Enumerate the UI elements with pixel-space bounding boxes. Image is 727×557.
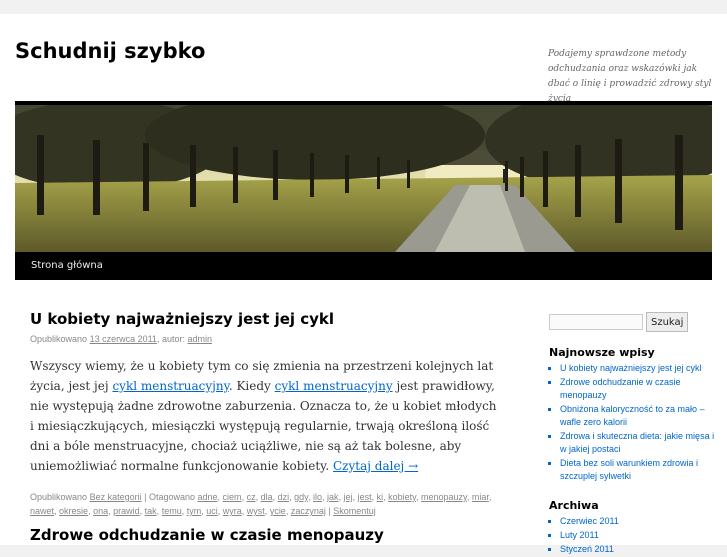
recent-posts-title: Najnowsze wpisy: [549, 346, 655, 359]
header-banner-image: [15, 101, 712, 252]
archive-item: Czerwiec 2011: [560, 515, 719, 528]
post-title[interactable]: U kobiety najważniejszy jest jej cykl: [30, 310, 500, 328]
tag-link[interactable]: tym: [187, 506, 202, 516]
tag-link[interactable]: jest: [358, 492, 372, 502]
recent-post-link[interactable]: Zdrowa i skuteczna dieta: jakie mięsa i …: [560, 431, 714, 454]
archive-item: Luty 2011: [560, 529, 719, 542]
tag-link[interactable]: menopauzy: [421, 492, 467, 502]
tag-link[interactable]: kobiety: [388, 492, 416, 502]
tag-link[interactable]: wyra: [223, 506, 242, 516]
tag-link[interactable]: uci: [206, 506, 218, 516]
tag-link[interactable]: temu: [162, 506, 182, 516]
search-input[interactable]: [549, 314, 643, 330]
archive-link[interactable]: Styczeń 2011: [560, 544, 614, 554]
cykl-link-1[interactable]: cykl menstruacyjny: [112, 379, 228, 393]
tag-link[interactable]: ycie: [270, 506, 286, 516]
excerpt-text-3: jest prawidłowy, nie występują żadne zdr…: [30, 379, 497, 473]
author-link[interactable]: admin: [187, 334, 212, 344]
site-title[interactable]: Schudnij szybko: [15, 39, 205, 63]
post-meta: Opublikowano 13 czerwca 2011, autor: adm…: [30, 334, 500, 344]
category-link[interactable]: Bez kategorii: [90, 492, 142, 502]
content-area: U kobiety najważniejszy jest jej cykl Op…: [30, 310, 500, 518]
author-prefix: , autor:: [156, 334, 185, 344]
tag-link[interactable]: zaczynaj: [291, 506, 326, 516]
excerpt-text-2: . Kiedy: [228, 379, 271, 393]
tag-link[interactable]: ona: [93, 506, 108, 516]
recent-post-link[interactable]: Obniżona kaloryczność to za mało – wafle…: [560, 404, 705, 427]
tag-link[interactable]: tak: [145, 506, 157, 516]
site-description: Podajemy sprawdzone metody odchudzania o…: [548, 49, 712, 104]
recent-post-link[interactable]: U kobiety najważniejszy jest jej cykl: [560, 363, 702, 373]
post-excerpt: Wszyscy wiemy, że u kobiety tym co się z…: [30, 356, 500, 476]
tag-link[interactable]: ki: [377, 492, 384, 502]
read-more-link[interactable]: Czytaj dalej →: [333, 459, 418, 473]
recent-post-link[interactable]: Zdrowe odchudzanie w czasie menopauzy: [560, 377, 681, 400]
page: Schudnij szybko Podajemy sprawdzone meto…: [0, 14, 727, 554]
comment-link[interactable]: Skomentuj: [333, 506, 376, 516]
tag-prefix: | Otagowano: [144, 492, 195, 502]
tag-link[interactable]: dzi: [278, 492, 290, 502]
main-navigation: Strona główna: [15, 252, 712, 280]
tag-link[interactable]: jak: [327, 492, 339, 502]
recent-posts-list: U kobiety najważniejszy jest jej cykl Zdr…: [549, 362, 719, 483]
tag-link[interactable]: jej: [344, 492, 353, 502]
tag-link[interactable]: dla: [261, 492, 273, 502]
post-utility: Opublikowano Bez kategorii | Otagowano a…: [30, 492, 492, 516]
search-button[interactable]: Szukaj: [646, 312, 689, 332]
tag-link[interactable]: ilo: [313, 492, 322, 502]
tag-link[interactable]: miar: [472, 492, 489, 502]
meta-prefix: Opublikowano: [30, 334, 88, 344]
cykl-link-2[interactable]: cykl menstruacyjny: [275, 379, 393, 393]
search-form: Szukaj: [549, 312, 719, 332]
recent-post-item: Dieta bez soli warunkiem zdrowia i szczu…: [560, 457, 719, 483]
tag-link[interactable]: prawid: [113, 506, 140, 516]
recent-post-item: Zdrowa i skuteczna dieta: jakie mięsa i …: [560, 430, 719, 456]
category-prefix: Opublikowano: [30, 492, 88, 502]
archive-link[interactable]: Czerwiec 2011: [560, 516, 619, 526]
archives-title: Archiwa: [549, 499, 599, 512]
post-title-2[interactable]: Zdrowe odchudzanie w czasie menopauzy: [30, 526, 384, 544]
tag-link[interactable]: cz: [247, 492, 256, 502]
tag-link[interactable]: wyst: [247, 506, 265, 516]
post-date-link[interactable]: 13 czerwca 2011: [90, 334, 157, 344]
tag-link[interactable]: ciem: [223, 492, 242, 502]
sidebar: Szukaj Najnowsze wpisy U kobiety najważn…: [549, 312, 719, 557]
archives-list: Czerwiec 2011 Luty 2011 Styczeń 2011: [549, 515, 719, 556]
nav-item-home[interactable]: Strona główna: [31, 260, 103, 271]
tag-link[interactable]: gdy: [294, 492, 308, 502]
recent-post-item: U kobiety najważniejszy jest jej cykl: [560, 362, 719, 375]
archive-link[interactable]: Luty 2011: [560, 530, 599, 540]
recent-post-link[interactable]: Dieta bez soli warunkiem zdrowia i szczu…: [560, 458, 698, 481]
tag-link[interactable]: nawet: [30, 506, 54, 516]
tree-avenue-illustration: [15, 105, 712, 252]
tag-link[interactable]: adne: [198, 492, 218, 502]
recent-post-item: Zdrowe odchudzanie w czasie menopauzy: [560, 376, 719, 402]
tag-link[interactable]: okresie: [59, 506, 88, 516]
recent-post-item: Obniżona kaloryczność to za mało – wafle…: [560, 403, 719, 429]
